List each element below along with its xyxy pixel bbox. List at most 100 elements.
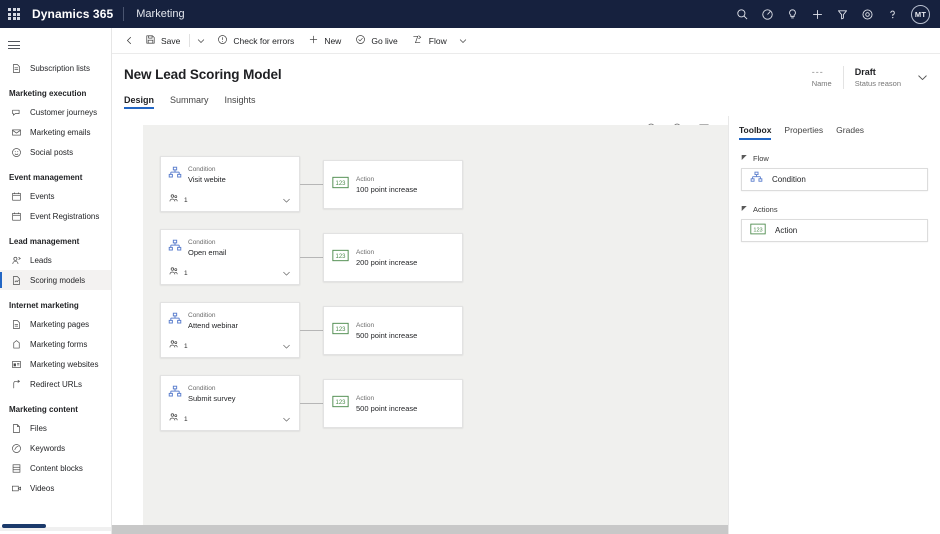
sidebar-item-label: Subscription lists: [30, 63, 91, 73]
header-stat-name-label: Name: [811, 78, 832, 88]
back-button[interactable]: [120, 28, 138, 54]
help-icon[interactable]: [880, 0, 905, 28]
save-options-chevron-down-icon[interactable]: [192, 28, 210, 54]
sidebar-item-content-blocks[interactable]: Content blocks: [0, 458, 111, 478]
svg-text:123: 123: [336, 399, 347, 405]
sidebar-item-redirect-urls[interactable]: Redirect URLs: [0, 374, 111, 394]
svg-text:123: 123: [336, 253, 347, 259]
lightbulb-icon[interactable]: [780, 0, 805, 28]
condition-count: 1: [184, 269, 188, 277]
sidebar-collapse-button[interactable]: [0, 32, 111, 58]
sidebar-item-subscription-lists[interactable]: Subscription lists: [0, 58, 111, 78]
sidebar-item-videos[interactable]: Videos: [0, 478, 111, 498]
sidebar-item-marketing-forms[interactable]: Marketing forms: [0, 334, 111, 354]
event-registrations-icon: [9, 209, 23, 223]
toolbox-item-condition[interactable]: Condition: [741, 168, 928, 191]
header-stat-status: Draft Status reason: [842, 65, 912, 89]
condition-expand-chevron-down-icon[interactable]: [281, 414, 292, 425]
go-live-label: Go live: [371, 35, 398, 46]
action-card[interactable]: 123 Action 200 point increase: [323, 233, 463, 282]
sidebar-item-files[interactable]: Files: [0, 418, 111, 438]
condition-card-header: Condition Open email: [161, 230, 299, 258]
sidebar-item-leads[interactable]: Leads: [0, 250, 111, 270]
action-card[interactable]: 123 Action 500 point increase: [323, 379, 463, 428]
action-name-label: 100 point increase: [356, 184, 418, 194]
search-icon[interactable]: [730, 0, 755, 28]
sidebar-item-marketing-emails[interactable]: Marketing emails: [0, 122, 111, 142]
condition-card-header: Condition Visit webite: [161, 157, 299, 185]
condition-card[interactable]: Condition Submit survey 1: [160, 375, 300, 431]
header-expand-chevron-down-icon[interactable]: [912, 62, 932, 92]
toolbox-section-title: Actions: [753, 205, 778, 214]
save-button[interactable]: Save: [138, 28, 187, 54]
go-live-button[interactable]: Go live: [348, 28, 404, 54]
settings-gear-icon[interactable]: [855, 0, 880, 28]
condition-card-header: Condition Attend webinar: [161, 303, 299, 331]
condition-card-footer: 1: [161, 335, 299, 357]
condition-card-footer: 1: [161, 262, 299, 284]
flow-canvas[interactable]: Condition Visit webite 1 123 Action 100 po…: [143, 125, 728, 525]
action-name-label: 500 point increase: [356, 403, 418, 413]
add-icon[interactable]: [805, 0, 830, 28]
action-card[interactable]: 123 Action 100 point increase: [323, 160, 463, 209]
sidebar-item-label: Customer journeys: [30, 107, 98, 117]
toolbox-item-action[interactable]: 123 Action: [741, 219, 928, 242]
diagnostics-icon[interactable]: [755, 0, 780, 28]
sidebar-item-label: Leads: [30, 255, 52, 265]
flow-button[interactable]: Flow: [405, 28, 454, 54]
tab-design[interactable]: Design: [124, 95, 155, 109]
action-card[interactable]: 123 Action 500 point increase: [323, 306, 463, 355]
toolbox-tab-grades[interactable]: Grades: [836, 125, 864, 140]
app-name[interactable]: Marketing: [124, 8, 184, 20]
action-kind-label: Action: [356, 394, 375, 402]
content-blocks-icon: [9, 461, 23, 475]
sidebar-item-keywords[interactable]: Keywords: [0, 438, 111, 458]
waffle-menu-icon[interactable]: [0, 0, 28, 28]
action-kind-label: Action: [356, 321, 375, 329]
sidebar-item-social-posts[interactable]: Social posts: [0, 142, 111, 162]
marketing-emails-icon: [9, 125, 23, 139]
header-stat-name: --- Name: [801, 66, 843, 89]
sidebar-item-scoring-models[interactable]: Scoring models: [0, 270, 111, 290]
toolbox-panel: Toolbox Properties Grades Flow Condition Ac…: [728, 116, 940, 534]
condition-expand-chevron-down-icon[interactable]: [281, 195, 292, 206]
sidebar-item-events[interactable]: Events: [0, 186, 111, 206]
sidebar-item-marketing-pages[interactable]: Marketing pages: [0, 314, 111, 334]
condition-expand-chevron-down-icon[interactable]: [281, 341, 292, 352]
toolbox-tab-toolbox[interactable]: Toolbox: [739, 125, 772, 140]
tab-summary[interactable]: Summary: [170, 95, 209, 109]
check-for-errors-button[interactable]: Check for errors: [210, 28, 301, 54]
action-number-icon: 123: [332, 176, 349, 194]
condition-name-label: Attend webinar: [188, 321, 239, 330]
sidebar-item-customer-journeys[interactable]: Customer journeys: [0, 102, 111, 122]
new-button[interactable]: New: [301, 28, 348, 54]
command-divider: [189, 34, 191, 47]
condition-expand-chevron-down-icon[interactable]: [281, 268, 292, 279]
filter-icon[interactable]: [830, 0, 855, 28]
sidebar-item-marketing-websites[interactable]: Marketing websites: [0, 354, 111, 374]
avatar[interactable]: MT: [911, 4, 930, 24]
svg-text:123: 123: [336, 326, 347, 332]
toolbox-section-flow[interactable]: Flow: [729, 140, 940, 168]
flow-options-chevron-down-icon[interactable]: [454, 28, 472, 54]
page-title: New Lead Scoring Model: [124, 67, 282, 82]
svg-text:123: 123: [753, 227, 762, 233]
condition-kind-label: Condition: [188, 385, 216, 392]
toolbox-tab-properties[interactable]: Properties: [784, 125, 823, 140]
app-root: Dynamics 365 Marketing MT Subscription l…: [0, 0, 940, 534]
sidebar-item-label: Event Registrations: [30, 211, 100, 221]
sidebar-scroll-track[interactable]: [0, 524, 111, 531]
sidebar-item-label: Redirect URLs: [30, 379, 83, 389]
product-name[interactable]: Dynamics 365: [28, 7, 123, 21]
toolbox-section-actions[interactable]: Actions: [729, 191, 940, 219]
tab-insights[interactable]: Insights: [225, 95, 256, 109]
condition-card[interactable]: Condition Attend webinar 1: [160, 302, 300, 358]
sidebar-item-event-registrations[interactable]: Event Registrations: [0, 206, 111, 226]
condition-card[interactable]: Condition Open email 1: [160, 229, 300, 285]
condition-count: 1: [184, 342, 188, 350]
command-bar: Save Check for errors New Go live Flow: [112, 28, 940, 54]
sidebar-scroll-thumb[interactable]: [2, 524, 46, 528]
condition-card[interactable]: Condition Visit webite 1: [160, 156, 300, 212]
sidebar-group-marketing-content: Marketing content: [9, 405, 78, 414]
go-live-icon: [355, 34, 366, 47]
